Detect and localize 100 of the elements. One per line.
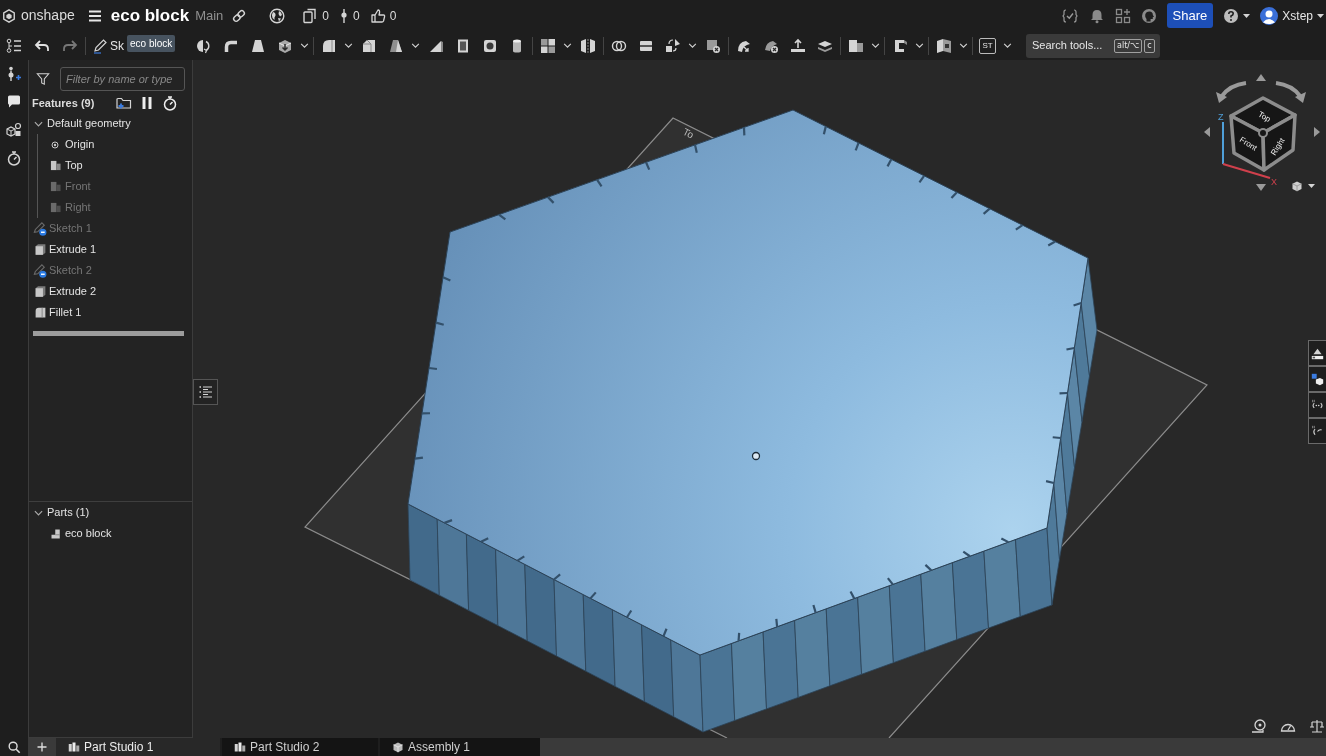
search-tools-field[interactable]: Search tools...: [1032, 37, 1112, 54]
sketch-button[interactable]: Sk: [92, 36, 124, 55]
chevron-down-icon[interactable]: [344, 43, 353, 48]
custom-feature-button[interactable]: ST: [979, 37, 996, 54]
chevron-down-icon[interactable]: [871, 43, 880, 48]
columns-icon[interactable]: [68, 741, 80, 753]
pause-icon[interactable]: [141, 96, 153, 110]
pencil-minus-icon: [32, 221, 48, 236]
curved-arrow-icon[interactable]: [1216, 81, 1247, 103]
grid-plus-icon[interactable]: [1114, 7, 1131, 24]
chevron-down-icon[interactable]: [688, 43, 697, 48]
chevron-down-icon[interactable]: [915, 43, 924, 48]
mirrored-blocks-icon[interactable]: [579, 37, 596, 54]
tree-list-icon[interactable]: [6, 37, 22, 54]
tree-item-label[interactable]: Top: [65, 157, 83, 174]
folded-plane-icon[interactable]: [847, 37, 864, 54]
box-down-arrow-icon[interactable]: [276, 37, 293, 54]
tab[interactable]: Assembly 1: [380, 738, 540, 756]
workspace-name[interactable]: Main: [195, 5, 224, 26]
folded-panel-icon[interactable]: [935, 37, 952, 54]
filter-field[interactable]: Filter by name or type: [60, 67, 185, 91]
right-triangle-icon[interactable]: [1314, 127, 1320, 137]
help-icon[interactable]: [1223, 7, 1240, 24]
chevron-down-icon[interactable]: [33, 509, 43, 516]
side-panel-button[interactable]: [1308, 366, 1326, 392]
tab[interactable]: Part Studio 1: [56, 738, 220, 756]
shapes-stack-icon[interactable]: [1311, 346, 1324, 360]
plus-icon[interactable]: [36, 741, 48, 753]
search-tools-box[interactable]: Search tools... alt/⌥ c: [1026, 33, 1160, 58]
folder-plus-icon[interactable]: [116, 95, 132, 111]
caret-icon[interactable]: [1317, 13, 1324, 18]
up-triangle-icon[interactable]: [1256, 74, 1266, 81]
chamfered-block-icon[interactable]: [360, 37, 377, 54]
search-icon[interactable]: [7, 740, 21, 754]
tree-item-label[interactable]: Origin: [65, 136, 95, 153]
box-icon: [33, 285, 47, 298]
user-name[interactable]: Xstep: [1282, 6, 1313, 25]
stopwatch-icon[interactable]: [162, 95, 178, 111]
tree-group-label[interactable]: Default geometry: [47, 115, 131, 132]
head-profile-icon[interactable]: [1140, 7, 1157, 24]
cube-icon[interactable]: [1291, 180, 1303, 192]
chevron-down-icon[interactable]: [1003, 43, 1012, 48]
caret-icon[interactable]: [1243, 13, 1251, 18]
add-tab-button[interactable]: [28, 738, 56, 756]
stopwatch-icon[interactable]: [6, 150, 22, 166]
cube-grid-icon[interactable]: [1311, 372, 1324, 386]
chevron-down-icon[interactable]: [563, 43, 572, 48]
left-triangle-icon[interactable]: [1204, 127, 1210, 137]
feature-label[interactable]: Extrude 1: [49, 241, 97, 258]
grid-squares-icon[interactable]: [539, 37, 556, 54]
chevron-down-icon[interactable]: [411, 43, 420, 48]
parts-heading[interactable]: Parts (1): [47, 504, 90, 521]
filter-icon[interactable]: [36, 72, 50, 86]
speech-bubble-icon[interactable]: [6, 94, 22, 110]
avatar-icon[interactable]: [1260, 6, 1279, 25]
chevron-down-icon[interactable]: [300, 43, 309, 48]
frustum-icon[interactable]: [249, 37, 266, 54]
tray-up-arrow-icon[interactable]: [789, 37, 806, 54]
pencil-icon[interactable]: [92, 37, 108, 54]
timeline-node-icon[interactable]: [339, 7, 349, 24]
rounded-block-icon: [33, 306, 47, 319]
part-label[interactable]: eco block: [65, 525, 112, 542]
shapes-arrows-icon[interactable]: [664, 37, 681, 54]
side-panel-button[interactable]: [1308, 340, 1326, 366]
braces-check-icon[interactable]: [1061, 7, 1078, 24]
half-disc-arrow-icon[interactable]: [195, 37, 212, 54]
chevron-down-icon[interactable]: [33, 120, 43, 127]
hole-plate-icon[interactable]: [481, 37, 498, 54]
tapered-block-icon[interactable]: [387, 37, 404, 54]
circle-marker-icon: [751, 451, 761, 461]
columns-icon[interactable]: [234, 741, 246, 753]
globe-icon[interactable]: [269, 7, 286, 24]
block-delete-icon[interactable]: [704, 37, 721, 54]
down-triangle-icon[interactable]: [1256, 184, 1266, 191]
document-title[interactable]: eco block: [110, 2, 190, 29]
panel-toggle-button[interactable]: [193, 379, 218, 405]
thumbs-up-icon[interactable]: [369, 7, 386, 24]
curved-arrow-icon[interactable]: [1275, 81, 1306, 103]
tab[interactable]: Part Studio 2: [222, 738, 378, 756]
logo-text[interactable]: onshape: [21, 5, 75, 26]
feature-label[interactable]: Sketch 2: [49, 262, 92, 279]
list-icon[interactable]: [197, 384, 214, 400]
redo-icon[interactable]: [62, 37, 78, 54]
feature-label[interactable]: Fillet 1: [49, 304, 82, 321]
arc-bracket-icon[interactable]: [1311, 424, 1324, 438]
cube-shapes-icon[interactable]: [6, 122, 22, 138]
tape-measure-icon[interactable]: [1251, 718, 1267, 734]
caret-icon[interactable]: [1308, 184, 1315, 188]
undo-icon[interactable]: [34, 37, 50, 54]
chevron-down-icon[interactable]: [959, 43, 968, 48]
node-plus-icon[interactable]: [6, 66, 22, 82]
feature-label[interactable]: Sketch 1: [49, 220, 92, 237]
balance-scale-icon[interactable]: [1309, 718, 1325, 734]
link-icon[interactable]: [231, 7, 248, 24]
feature-label[interactable]: Extrude 2: [49, 283, 97, 300]
share-button[interactable]: Share: [1166, 3, 1214, 28]
rounded-block-icon[interactable]: [320, 37, 337, 54]
cube-icon[interactable]: [392, 741, 404, 753]
cube-face-label[interactable]: Top: [1256, 109, 1273, 124]
documents-icon[interactable]: [302, 7, 319, 24]
